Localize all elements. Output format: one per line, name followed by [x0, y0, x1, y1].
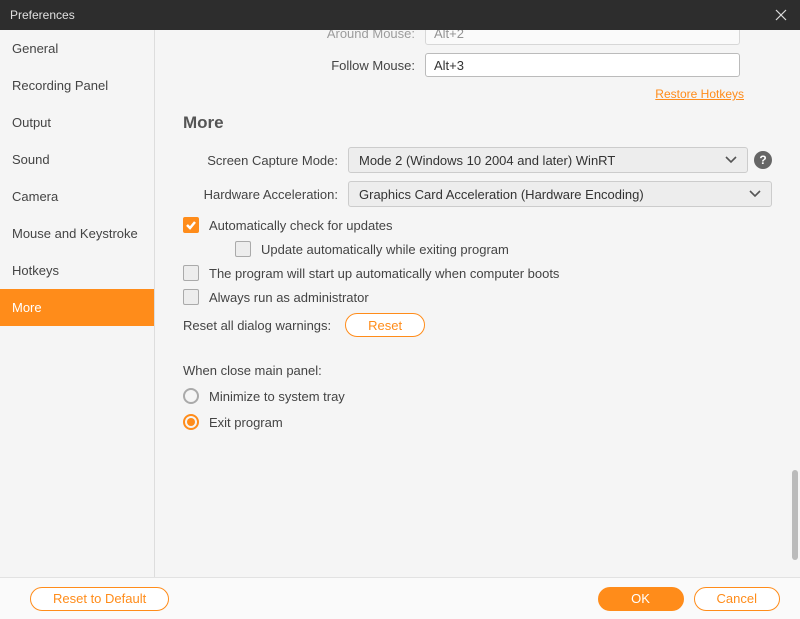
- restore-hotkeys-link[interactable]: Restore Hotkeys: [655, 87, 744, 101]
- follow-mouse-label: Follow Mouse:: [253, 58, 425, 73]
- sidebar-item-general[interactable]: General: [0, 30, 154, 67]
- around-mouse-label: Around Mouse:: [253, 30, 425, 41]
- scrollbar[interactable]: [792, 470, 798, 560]
- screen-capture-select[interactable]: Mode 2 (Windows 10 2004 and later) WinRT: [348, 147, 748, 173]
- radio-icon: [183, 388, 199, 404]
- checkbox-icon: [183, 265, 199, 281]
- chevron-down-icon: [749, 190, 761, 198]
- radio-exit-program[interactable]: Exit program: [183, 414, 772, 430]
- screen-capture-label: Screen Capture Mode:: [183, 153, 348, 168]
- cancel-button[interactable]: Cancel: [694, 587, 780, 611]
- chevron-down-icon: [725, 156, 737, 164]
- checkbox-update-on-exit[interactable]: Update automatically while exiting progr…: [235, 241, 772, 257]
- reset-default-button[interactable]: Reset to Default: [30, 587, 169, 611]
- titlebar: Preferences: [0, 0, 800, 30]
- help-icon[interactable]: ?: [754, 151, 772, 169]
- checkbox-auto-updates[interactable]: Automatically check for updates: [183, 217, 772, 233]
- checkbox-icon: [183, 289, 199, 305]
- ok-button[interactable]: OK: [598, 587, 684, 611]
- checkbox-icon: [235, 241, 251, 257]
- reset-button[interactable]: Reset: [345, 313, 425, 337]
- around-mouse-field[interactable]: Alt+2: [425, 30, 740, 45]
- hw-accel-label: Hardware Acceleration:: [183, 187, 348, 202]
- radio-icon: [183, 414, 199, 430]
- reset-dialogs-label: Reset all dialog warnings:: [183, 318, 331, 333]
- sidebar-item-more[interactable]: More: [0, 289, 154, 326]
- window-title: Preferences: [10, 8, 772, 22]
- sidebar-item-mouse-keystroke[interactable]: Mouse and Keystroke: [0, 215, 154, 252]
- sidebar-item-output[interactable]: Output: [0, 104, 154, 141]
- sidebar-item-camera[interactable]: Camera: [0, 178, 154, 215]
- checkbox-icon: [183, 217, 199, 233]
- sidebar-item-hotkeys[interactable]: Hotkeys: [0, 252, 154, 289]
- more-heading: More: [183, 113, 772, 133]
- sidebar: General Recording Panel Output Sound Cam…: [0, 30, 155, 577]
- close-panel-heading: When close main panel:: [183, 363, 772, 378]
- checkbox-run-admin[interactable]: Always run as administrator: [183, 289, 772, 305]
- checkbox-startup-boot[interactable]: The program will start up automatically …: [183, 265, 772, 281]
- sidebar-item-recording-panel[interactable]: Recording Panel: [0, 67, 154, 104]
- close-icon[interactable]: [772, 6, 790, 24]
- main-panel: Around Mouse: Alt+2 Follow Mouse: Alt+3 …: [155, 30, 800, 577]
- sidebar-item-sound[interactable]: Sound: [0, 141, 154, 178]
- follow-mouse-field[interactable]: Alt+3: [425, 53, 740, 77]
- hw-accel-select[interactable]: Graphics Card Acceleration (Hardware Enc…: [348, 181, 772, 207]
- radio-minimize-tray[interactable]: Minimize to system tray: [183, 388, 772, 404]
- footer: Reset to Default OK Cancel: [0, 577, 800, 619]
